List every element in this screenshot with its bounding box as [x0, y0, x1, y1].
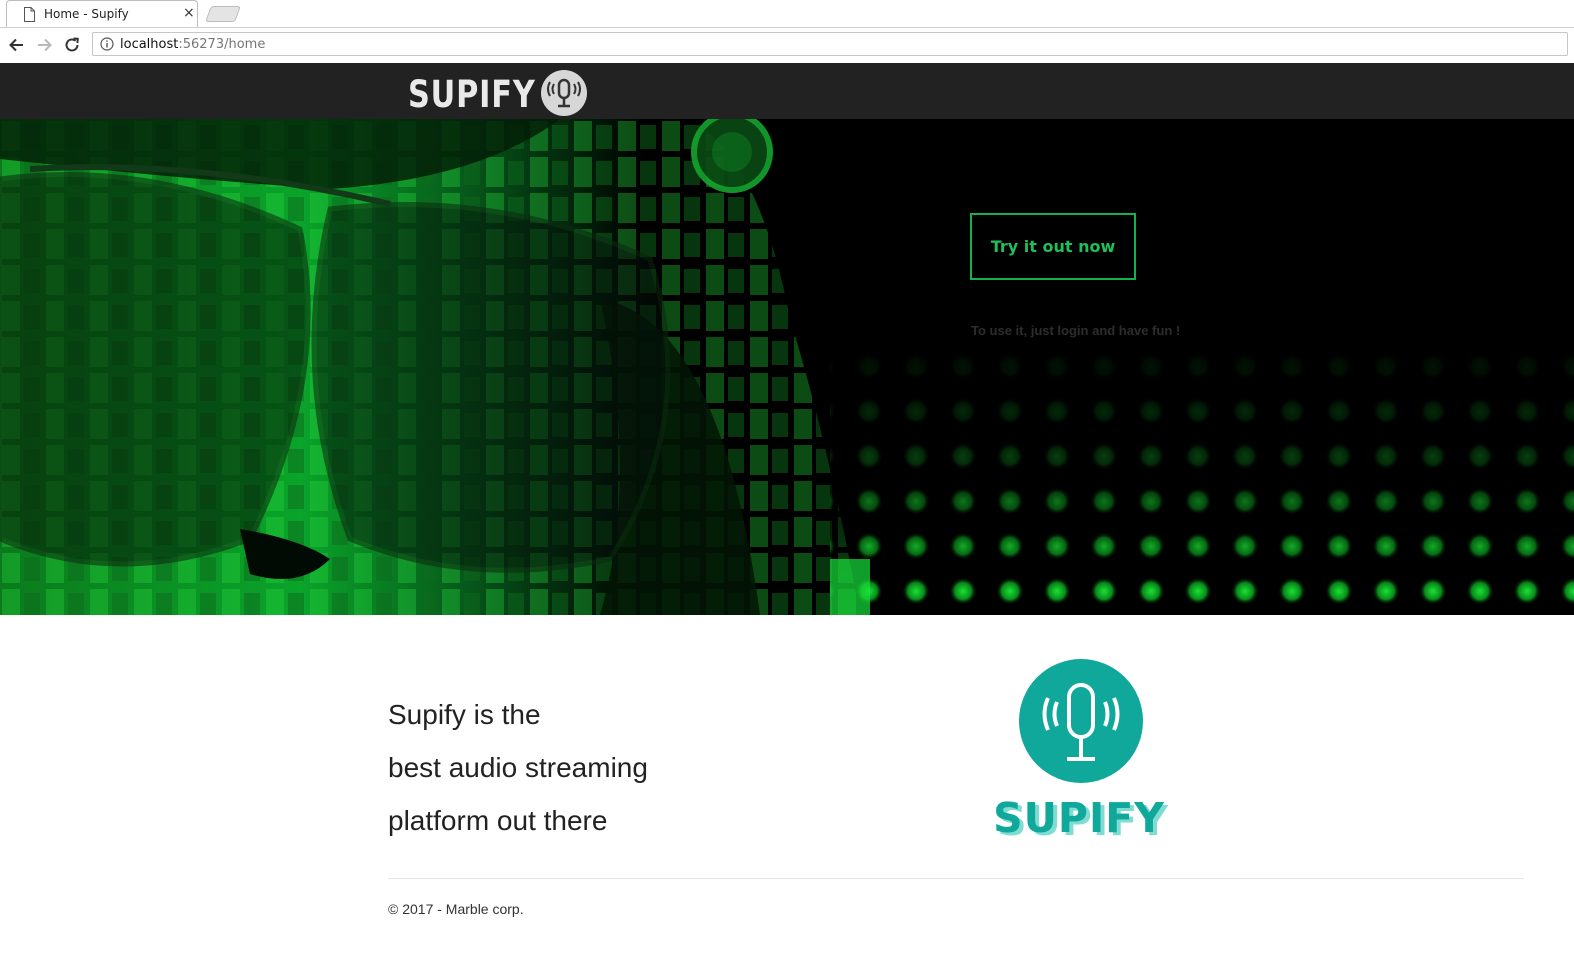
try-it-out-button[interactable]: Try it out now	[970, 213, 1136, 280]
supify-logo: SUPIFY SUPIFY	[993, 659, 1168, 842]
hero-background-image	[0, 119, 1574, 615]
tagline: Supify is the best audio streaming platf…	[388, 688, 648, 847]
tagline-line: Supify is the	[388, 699, 541, 730]
document-icon	[24, 7, 35, 22]
tab-title: Home - Supify	[44, 7, 129, 21]
logo-text: SUPIFY	[993, 794, 1165, 842]
hero-subtitle: To use it, just login and have fun !	[971, 323, 1181, 338]
browser-tab-strip: Home - Supify ×	[0, 0, 1574, 28]
new-tab-button[interactable]	[205, 6, 241, 22]
info-icon[interactable]	[100, 37, 114, 51]
forward-arrow-icon[interactable]	[35, 36, 53, 54]
tagline-line: best audio streaming	[388, 752, 648, 783]
url-host: localhost	[120, 37, 179, 52]
reload-icon[interactable]	[63, 36, 81, 54]
browser-toolbar: localhost:56273/home	[0, 28, 1574, 63]
brand-name: SUPIFY	[408, 73, 536, 116]
tagline-line: platform out there	[388, 805, 608, 836]
hero-banner: Try it out now To use it, just login and…	[0, 119, 1574, 615]
address-bar[interactable]: localhost:56273/home	[92, 32, 1568, 56]
url-path: :56273/home	[178, 37, 266, 52]
microphone-icon	[541, 70, 587, 116]
site-navbar: SUPIFY	[0, 63, 1574, 119]
footer-divider	[388, 878, 1524, 879]
back-arrow-icon[interactable]	[8, 36, 26, 54]
browser-tab[interactable]: Home - Supify ×	[6, 0, 198, 27]
url-text: localhost:56273/home	[120, 37, 265, 52]
close-icon[interactable]: ×	[183, 5, 195, 21]
footer-copyright: © 2017 - Marble corp.	[388, 901, 524, 917]
